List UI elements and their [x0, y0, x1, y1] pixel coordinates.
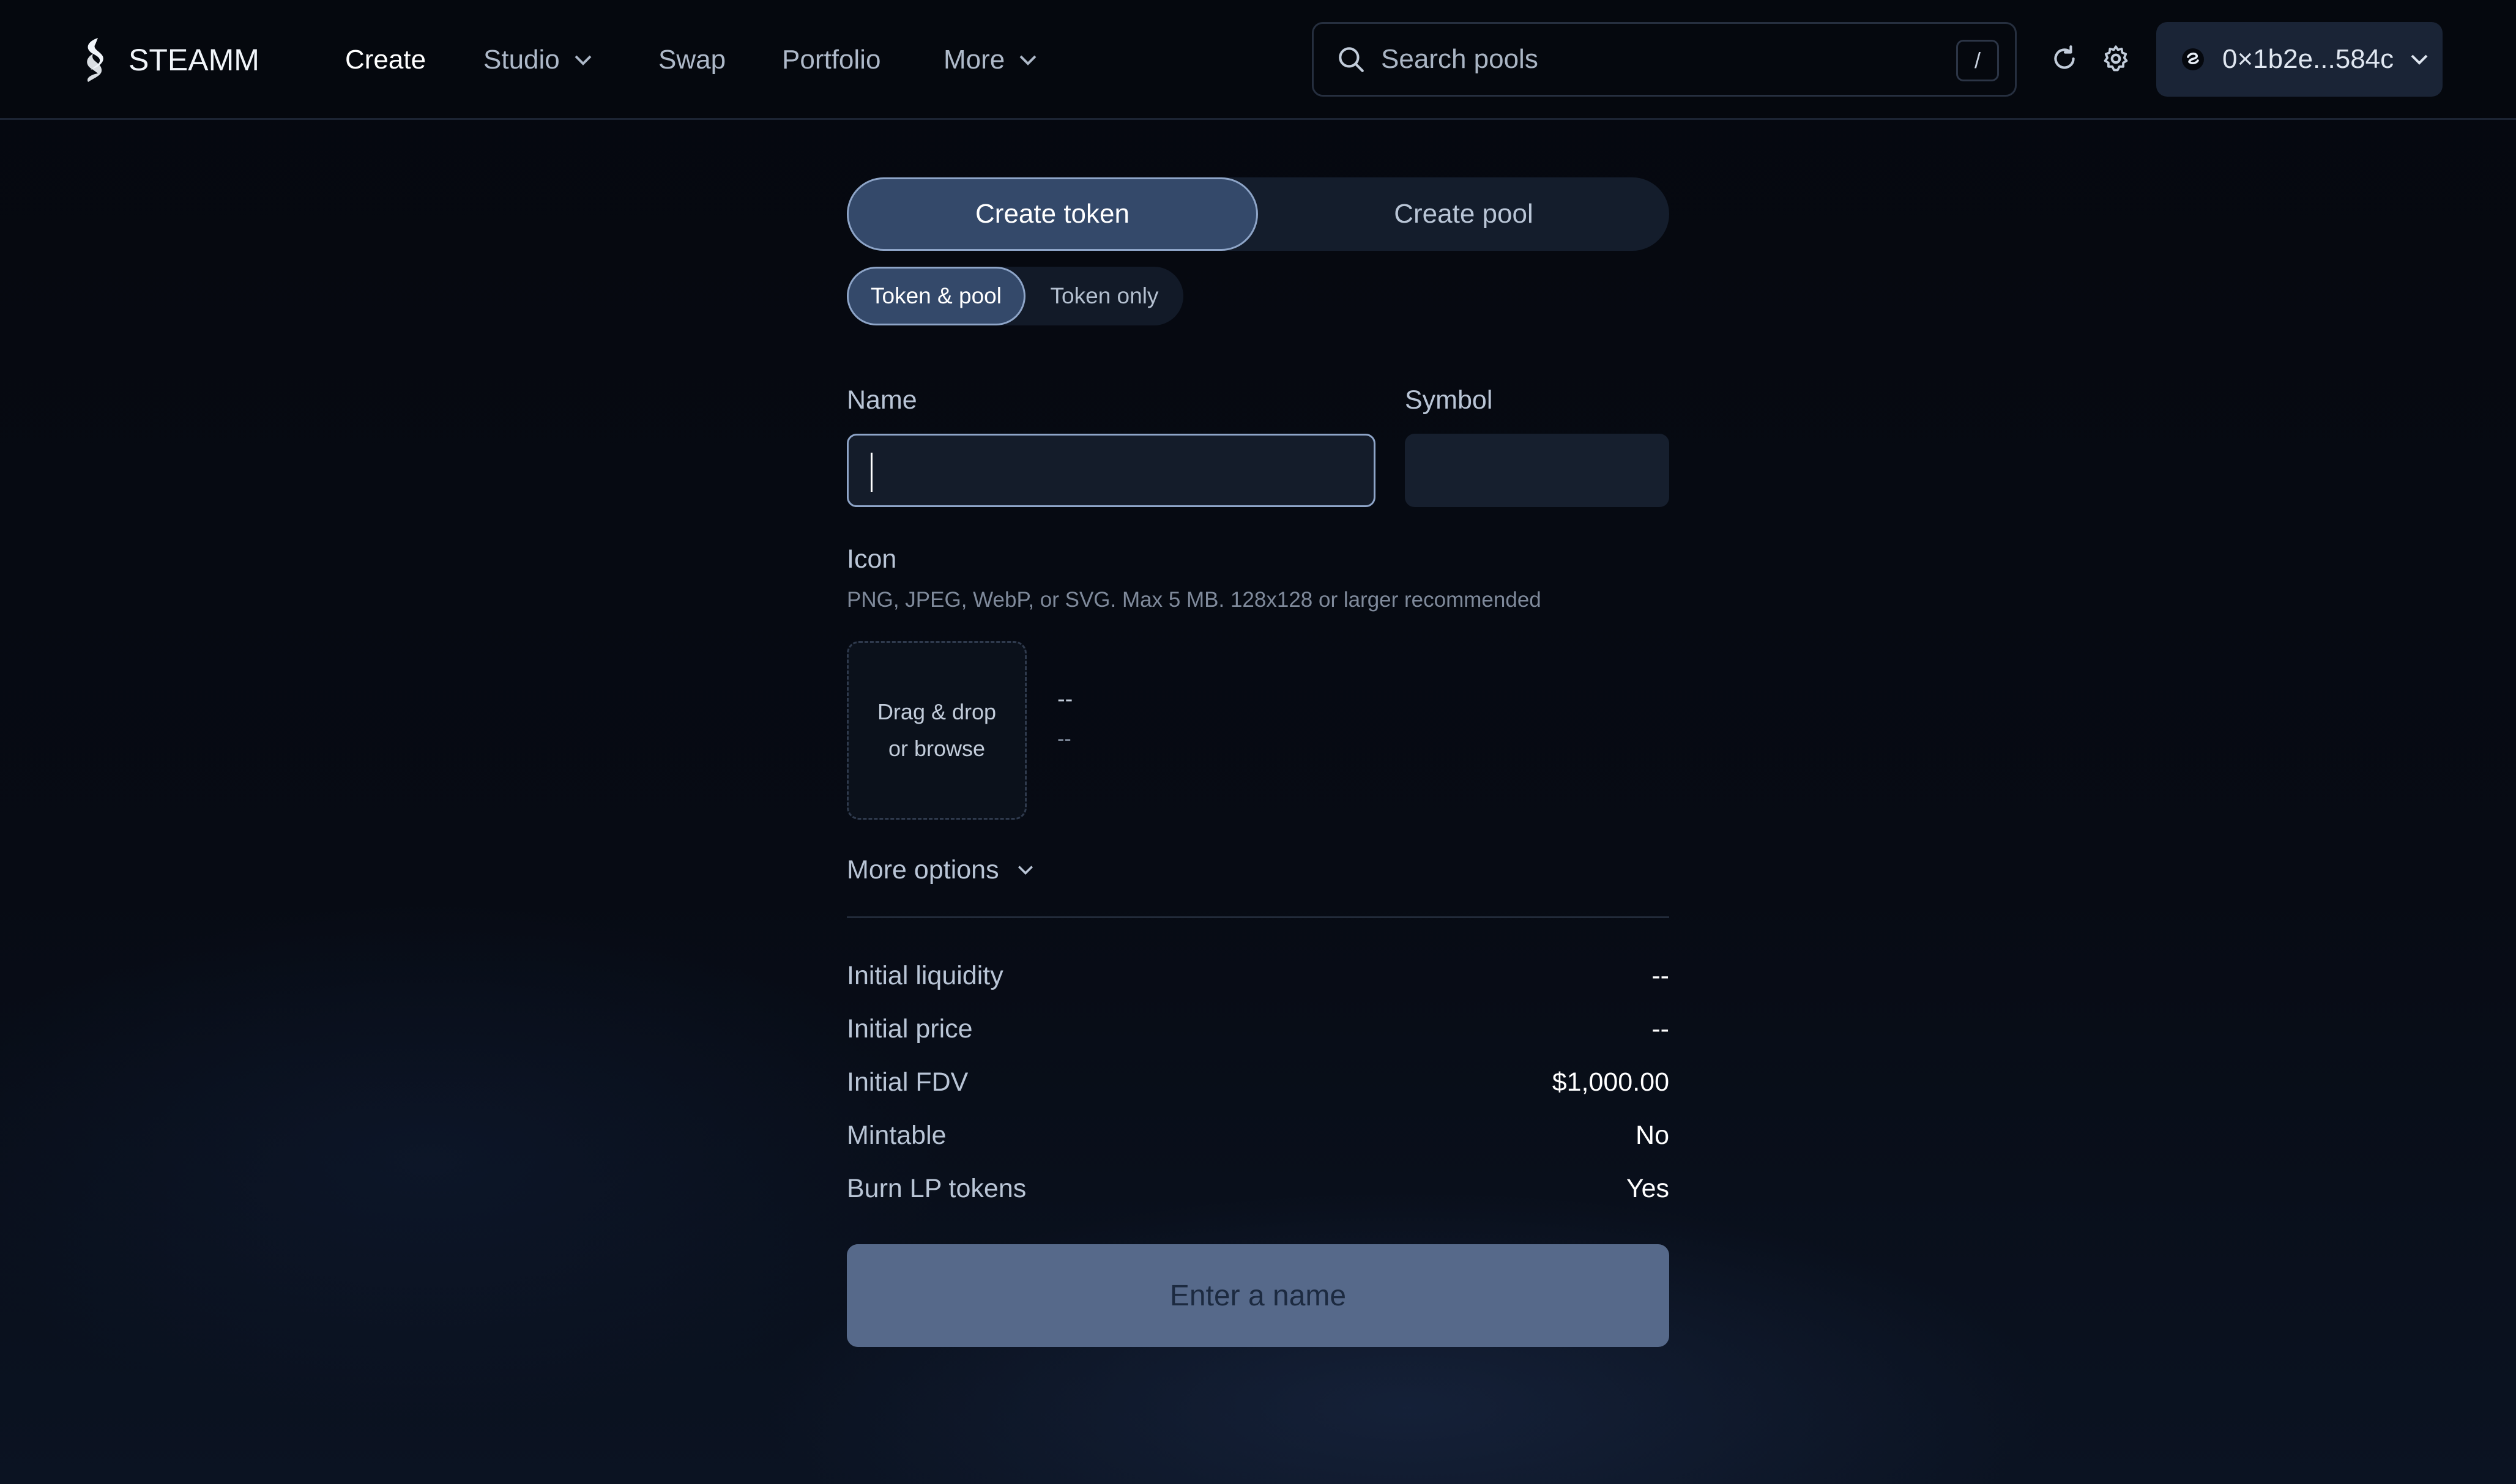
- summary-label: Burn LP tokens: [847, 1174, 1027, 1203]
- symbol-field[interactable]: [1405, 434, 1669, 507]
- chevron-down-icon: [1018, 866, 1033, 875]
- tab-create-pool[interactable]: Create pool: [1258, 177, 1669, 251]
- summary-list: Initial liquidity -- Initial price -- In…: [847, 949, 1669, 1215]
- summary-value: --: [1651, 961, 1669, 990]
- refresh-button[interactable]: [2046, 40, 2083, 77]
- icon-file-size: --: [1057, 727, 1071, 751]
- icon-dropzone[interactable]: Drag & drop or browse: [847, 641, 1027, 820]
- icon-file-meta: -- --: [1057, 686, 1073, 751]
- summary-row-mintable: Mintable No: [847, 1109, 1669, 1162]
- page: STEAMM Create Studio Swap Portfolio More…: [0, 0, 2516, 1484]
- symbol-field-group: Symbol: [1405, 385, 1669, 507]
- summary-label: Initial liquidity: [847, 961, 1003, 990]
- steamm-logo-icon: [87, 38, 103, 82]
- summary-label: Initial price: [847, 1014, 973, 1044]
- dropzone-text: Drag & drop or browse: [877, 694, 996, 767]
- more-options-label: More options: [847, 855, 999, 885]
- more-options-toggle[interactable]: More options: [847, 851, 1035, 888]
- nav-more-label: More: [944, 45, 1005, 75]
- nav-studio[interactable]: Studio: [483, 42, 593, 78]
- search-input[interactable]: [1381, 41, 1932, 78]
- icon-label: Icon: [847, 544, 897, 574]
- chevron-down-icon: [2411, 54, 2428, 65]
- nav-create-label: Create: [345, 45, 426, 75]
- summary-value: No: [1636, 1121, 1669, 1150]
- name-input[interactable]: [849, 436, 1374, 505]
- nav-portfolio[interactable]: Portfolio: [782, 42, 880, 78]
- create-type-tabs: Create token Create pool: [847, 177, 1669, 251]
- dropzone-line-1: Drag & drop: [877, 699, 997, 724]
- icon-upload-section: Icon PNG, JPEG, WebP, or SVG. Max 5 MB. …: [847, 544, 1669, 820]
- name-label: Name: [847, 385, 917, 415]
- summary-value: $1,000.00: [1552, 1067, 1669, 1097]
- search-shortcut-key: /: [1956, 40, 1999, 81]
- text-caret: [871, 453, 873, 492]
- nav-more[interactable]: More: [944, 42, 1038, 78]
- summary-row-initial-liquidity: Initial liquidity --: [847, 949, 1669, 1003]
- search-icon: [1339, 47, 1364, 72]
- nav-create[interactable]: Create: [345, 42, 426, 78]
- summary-value: Yes: [1626, 1174, 1669, 1203]
- dropzone-line-2: or browse: [888, 736, 986, 761]
- brand-name: STEAMM: [128, 43, 259, 77]
- mode-tabs: Token & pool Token only: [847, 267, 1183, 325]
- symbol-label: Symbol: [1405, 385, 1493, 415]
- name-field-group: Name: [847, 385, 1375, 507]
- chevron-down-icon: [1019, 55, 1037, 65]
- summary-label: Mintable: [847, 1121, 947, 1150]
- top-navbar: STEAMM Create Studio Swap Portfolio More…: [0, 0, 2516, 120]
- search-box[interactable]: /: [1312, 22, 2017, 97]
- summary-label: Initial FDV: [847, 1067, 969, 1097]
- divider: [847, 916, 1669, 918]
- nav-swap-label: Swap: [658, 45, 726, 75]
- tab-token-and-pool[interactable]: Token & pool: [847, 267, 1025, 325]
- name-field[interactable]: [847, 434, 1375, 507]
- settings-button[interactable]: [2097, 40, 2134, 77]
- symbol-input[interactable]: [1405, 434, 1669, 507]
- wallet-button[interactable]: 0×1b2e...584c: [2156, 22, 2443, 97]
- icon-hint: PNG, JPEG, WebP, or SVG. Max 5 MB. 128x1…: [847, 588, 1541, 612]
- wallet-address: 0×1b2e...584c: [2222, 44, 2394, 74]
- summary-value: --: [1651, 1014, 1669, 1044]
- tab-create-token[interactable]: Create token: [847, 177, 1258, 251]
- submit-button[interactable]: Enter a name: [847, 1244, 1669, 1347]
- wallet-logo-icon: [2182, 48, 2204, 70]
- nav-studio-label: Studio: [483, 45, 560, 75]
- icon-file-name: --: [1057, 686, 1073, 712]
- create-form: Create token Create pool Token & pool To…: [847, 177, 1669, 1347]
- name-symbol-row: Name Symbol: [847, 385, 1669, 520]
- refresh-icon: [2054, 45, 2075, 69]
- gear-icon: [2104, 45, 2128, 72]
- brand-logo[interactable]: STEAMM: [78, 37, 259, 83]
- nav-portfolio-label: Portfolio: [782, 45, 881, 75]
- nav-swap[interactable]: Swap: [658, 42, 726, 78]
- summary-row-burn-lp-tokens: Burn LP tokens Yes: [847, 1162, 1669, 1215]
- tab-token-only[interactable]: Token only: [1025, 267, 1183, 325]
- summary-row-initial-fdv: Initial FDV $1,000.00: [847, 1056, 1669, 1109]
- summary-row-initial-price: Initial price --: [847, 1003, 1669, 1056]
- chevron-down-icon: [575, 55, 592, 65]
